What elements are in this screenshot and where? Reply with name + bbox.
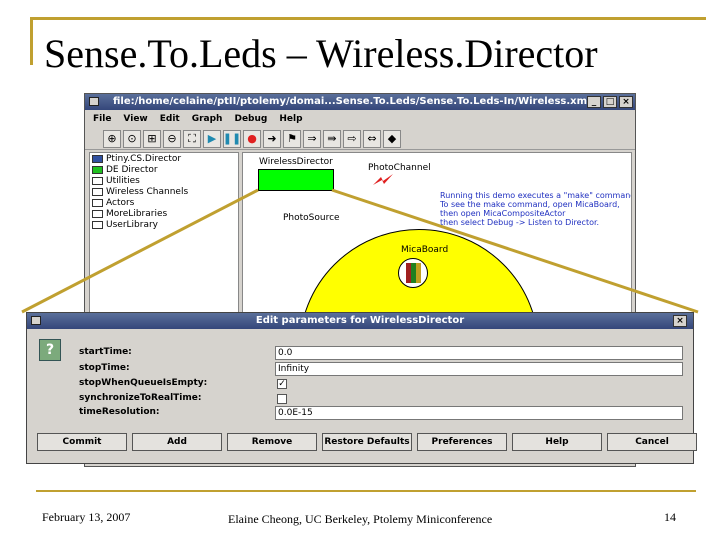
tree-item-label: Utilities (106, 175, 140, 186)
director-icon (92, 154, 103, 163)
tree-item[interactable]: Utilities (90, 175, 238, 186)
tree-item-label: MoreLibraries (106, 208, 168, 219)
arrow-icon[interactable]: ➜ (263, 129, 281, 148)
param-input[interactable]: 0.0E-15 (275, 406, 683, 420)
mica-board-block[interactable] (398, 258, 428, 288)
param-row: synchronizeToRealTime: (79, 392, 689, 407)
tree-item[interactable]: Actors (90, 197, 238, 208)
dialog-titlebar[interactable]: Edit parameters for WirelessDirector × (27, 313, 693, 329)
commit-button[interactable]: Commit (37, 433, 127, 451)
close-button[interactable]: × (619, 96, 633, 108)
slide-title: Sense.To.Leds – Wireless.Director (44, 31, 598, 76)
tree-item[interactable]: MoreLibraries (90, 208, 238, 219)
page-number: 14 (664, 510, 676, 524)
param-input[interactable]: 0.0 (275, 346, 683, 360)
port-icon[interactable]: ⇒ (303, 129, 321, 148)
minimize-button[interactable]: _ (587, 96, 601, 108)
zoom-out-icon[interactable]: ⊖ (163, 129, 181, 148)
full-screen-icon[interactable]: ⛶ (183, 129, 201, 148)
relation-icon[interactable]: ◆ (383, 129, 401, 148)
window-title: file:/home/celaine/ptII/ptolemy/domai...… (113, 96, 591, 107)
remove-button[interactable]: Remove (227, 433, 317, 451)
preferences-button[interactable]: Preferences (417, 433, 507, 451)
param-row: startTime: 0.0 (79, 346, 689, 361)
source-label: PhotoSource (283, 213, 340, 223)
footer-date: February 13, 2007 (42, 510, 131, 524)
menu-graph[interactable]: Graph (192, 111, 223, 127)
footer-rule (36, 490, 696, 492)
param-row: stopWhenQueueIsEmpty: ✓ (79, 377, 689, 392)
zoom-in-icon[interactable]: ⊕ (103, 129, 121, 148)
maximize-button[interactable]: □ (603, 96, 617, 108)
lightning-icon[interactable] (371, 173, 395, 187)
demo-note: Running this demo executes a "make" comm… (440, 191, 631, 227)
restore-defaults-button[interactable]: Restore Defaults (322, 433, 412, 451)
tree-item-label: DE Director (106, 164, 158, 175)
run-icon[interactable]: ▶ (203, 129, 221, 148)
help-button[interactable]: Help (512, 433, 602, 451)
param-label: stopWhenQueueIsEmpty: (79, 378, 208, 388)
folder-icon (92, 187, 103, 196)
tree-item-label: Ptiny.CS.Director (106, 153, 182, 164)
menu-help[interactable]: Help (279, 111, 302, 127)
tree-item[interactable]: Ptiny.CS.Director (90, 153, 238, 164)
folder-icon (92, 220, 103, 229)
flag-icon[interactable]: ⚑ (283, 129, 301, 148)
tree-item[interactable]: Wireless Channels (90, 186, 238, 197)
stop-icon[interactable]: ● (243, 129, 261, 148)
edit-parameters-dialog: Edit parameters for WirelessDirector × ?… (26, 312, 697, 464)
folder-icon (92, 198, 103, 207)
zoom-reset-icon[interactable]: ⊙ (123, 129, 141, 148)
param-input[interactable]: Infinity (275, 362, 683, 376)
dialog-buttons: Commit Add Remove Restore Defaults Preferenc… (37, 433, 697, 451)
inout-port-icon[interactable]: ⇔ (363, 129, 381, 148)
zoom-fit-icon[interactable]: ⊞ (143, 129, 161, 148)
title-rule (30, 17, 706, 20)
folder-icon (92, 176, 103, 185)
pause-icon[interactable]: ❚❚ (223, 129, 241, 148)
menubar: File View Edit Graph Debug Help (85, 111, 635, 127)
cancel-button[interactable]: Cancel (607, 433, 697, 451)
param-label: startTime: (79, 347, 132, 357)
director-icon (92, 165, 103, 174)
window-menu-icon[interactable] (89, 97, 99, 106)
dialog-title: Edit parameters for WirelessDirector (255, 315, 465, 326)
param-row: timeResolution: 0.0E-15 (79, 406, 689, 421)
board-label: MicaBoard (401, 245, 449, 255)
tree-item[interactable]: DE Director (90, 164, 238, 175)
dialog-menu-icon[interactable] (31, 316, 41, 325)
menu-edit[interactable]: Edit (160, 111, 180, 127)
tree-item-label: Actors (106, 197, 135, 208)
add-button[interactable]: Add (132, 433, 222, 451)
menu-file[interactable]: File (93, 111, 111, 127)
wireless-director-block[interactable] (258, 169, 334, 191)
menu-view[interactable]: View (123, 111, 147, 127)
led-yellow-icon (415, 263, 421, 283)
param-checkbox[interactable] (277, 394, 287, 404)
folder-icon (92, 209, 103, 218)
director-label: WirelessDirector (259, 157, 333, 167)
menu-debug[interactable]: Debug (234, 111, 267, 127)
toolbar: ⊕ ⊙ ⊞ ⊖ ⛶ ▶ ❚❚ ● ➜ ⚑ ⇒ ⇛ ⇨ ⇔ ◆ (85, 128, 635, 150)
param-label: synchronizeToRealTime: (79, 393, 202, 403)
tree-item[interactable]: UserLibrary (90, 219, 238, 230)
param-label: stopTime: (79, 363, 130, 373)
param-label: timeResolution: (79, 407, 160, 417)
dialog-close-button[interactable]: × (673, 315, 687, 327)
multiport-icon[interactable]: ⇛ (323, 129, 341, 148)
footer-author: Elaine Cheong, UC Berkeley, Ptolemy Mini… (228, 512, 493, 526)
tree-item-label: UserLibrary (106, 219, 158, 230)
param-row: stopTime: Infinity (79, 362, 689, 377)
tree-item-label: Wireless Channels (106, 186, 189, 197)
channel-label: PhotoChannel (368, 163, 431, 173)
param-checkbox[interactable]: ✓ (277, 379, 287, 389)
title-side-rule (30, 17, 33, 65)
window-titlebar[interactable]: file:/home/celaine/ptII/ptolemy/domai...… (85, 94, 635, 110)
question-icon: ? (39, 339, 61, 361)
output-port-icon[interactable]: ⇨ (343, 129, 361, 148)
